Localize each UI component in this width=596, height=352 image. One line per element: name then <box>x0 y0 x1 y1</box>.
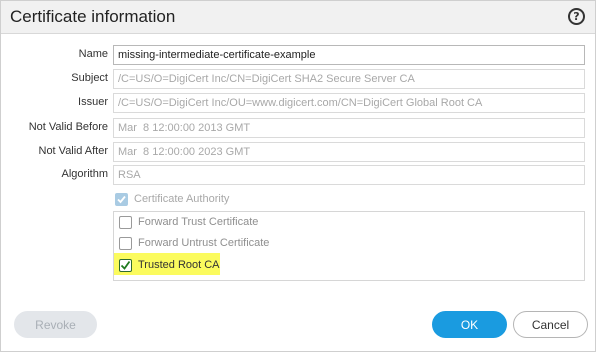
name-label: Name <box>78 48 108 60</box>
not-valid-after-field: Mar 8 12:00:00 2023 GMT <box>113 142 585 162</box>
forward-trust-label: Forward Trust Certificate <box>138 216 259 228</box>
algorithm-label: Algorithm <box>61 168 108 180</box>
trusted-root-ca-option[interactable]: Trusted Root CA <box>119 257 220 273</box>
checkmark-icon <box>117 195 126 203</box>
algorithm-row: Algorithm RSA <box>1 165 595 185</box>
name-row: Name missing-intermediate-certificate-ex… <box>1 45 595 65</box>
certificate-authority-option: Certificate Authority <box>115 191 229 207</box>
question-circle-icon[interactable]: ? <box>568 8 585 25</box>
algorithm-field: RSA <box>113 165 585 185</box>
ok-button[interactable]: OK <box>432 311 507 338</box>
issuer-field: /C=US/O=DigiCert Inc/OU=www.digicert.com… <box>113 93 585 113</box>
subject-field: /C=US/O=DigiCert Inc/CN=DigiCert SHA2 Se… <box>113 69 585 89</box>
checkmark-icon <box>120 260 131 270</box>
subject-label: Subject <box>71 72 108 84</box>
subject-row: Subject /C=US/O=DigiCert Inc/CN=DigiCert… <box>1 69 595 89</box>
not-valid-before-label: Not Valid Before <box>28 121 108 133</box>
not-valid-before-field: Mar 8 12:00:00 2013 GMT <box>113 118 585 138</box>
certificate-information-dialog: Certificate information ? Name missing-i… <box>0 0 596 352</box>
dialog-title-bar: Certificate information ? <box>1 1 595 34</box>
not-valid-after-label: Not Valid After <box>38 145 109 157</box>
name-field[interactable]: missing-intermediate-certificate-example <box>113 45 585 65</box>
certificate-authority-checkbox <box>115 192 128 206</box>
not-valid-before-row: Not Valid Before Mar 8 12:00:00 2013 GMT <box>1 118 595 138</box>
trusted-root-ca-checkbox[interactable] <box>119 258 132 272</box>
forward-trust-checkbox[interactable] <box>119 215 132 229</box>
forward-untrust-checkbox[interactable] <box>119 236 132 250</box>
forward-untrust-label: Forward Untrust Certificate <box>138 237 270 249</box>
trusted-root-ca-label: Trusted Root CA <box>138 259 220 271</box>
certificate-authority-label: Certificate Authority <box>134 193 230 205</box>
revoke-button[interactable]: Revoke <box>14 311 97 338</box>
forward-untrust-option[interactable]: Forward Untrust Certificate <box>119 235 269 251</box>
forward-trust-option[interactable]: Forward Trust Certificate <box>119 214 258 230</box>
issuer-label: Issuer <box>78 96 108 108</box>
dialog-title: Certificate information <box>10 7 176 26</box>
issuer-row: Issuer /C=US/O=DigiCert Inc/OU=www.digic… <box>1 93 595 113</box>
not-valid-after-row: Not Valid After Mar 8 12:00:00 2023 GMT <box>1 142 595 162</box>
cancel-button[interactable]: Cancel <box>513 311 588 338</box>
